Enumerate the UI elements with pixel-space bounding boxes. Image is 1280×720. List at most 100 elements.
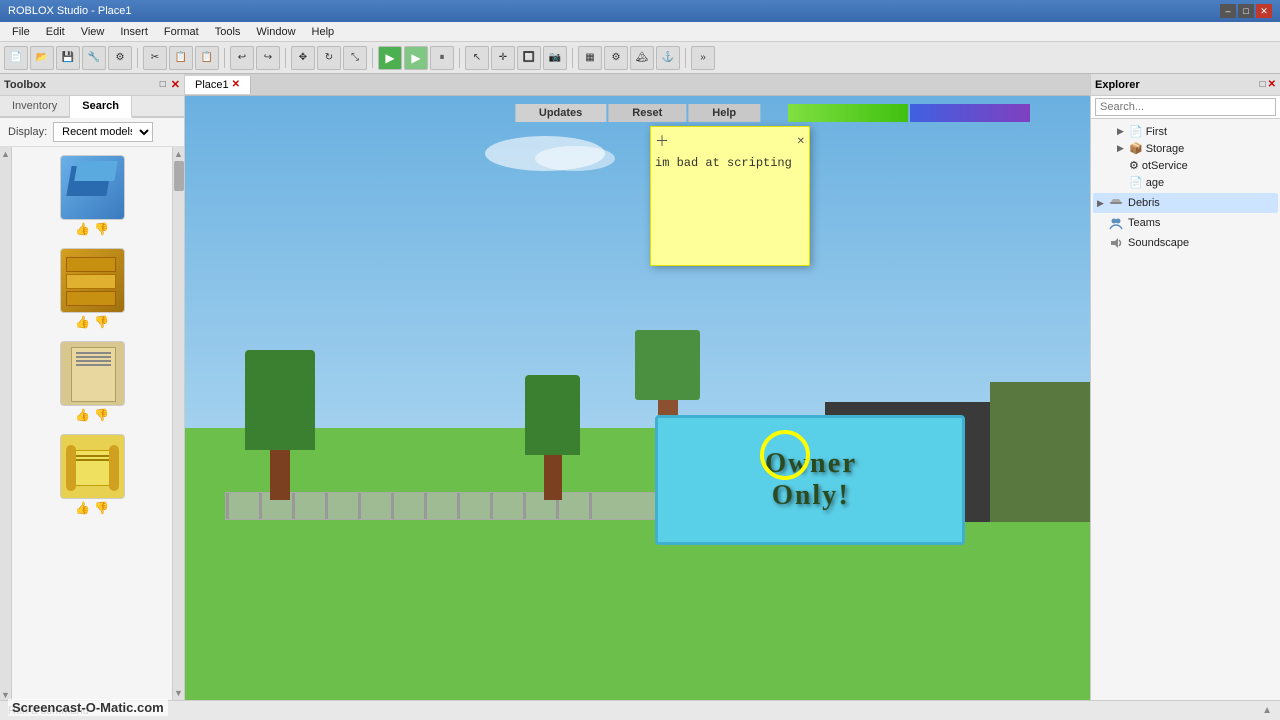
tb-anchor[interactable]: ⚓ [656,46,680,70]
menu-window[interactable]: Window [248,24,303,40]
scroll-down-right-btn[interactable]: ▼ [174,688,183,700]
tb-btn5[interactable]: ⚙ [108,46,132,70]
blue-color-bar [910,104,1030,122]
tree-item-teams[interactable]: Teams [1093,213,1278,233]
thumbs-up-icon[interactable]: 👍 [75,408,90,422]
tb-camera[interactable]: 📷 [543,46,567,70]
thumbs-up-icon[interactable]: 👍 [75,501,90,515]
menu-file[interactable]: File [4,24,38,40]
tb-play[interactable]: ▶ [378,46,402,70]
expand-icon[interactable]: ▲ [1262,705,1272,716]
thumbs-down-icon[interactable]: 👎 [94,501,109,515]
tb-terrain[interactable]: 🏔 [630,46,654,70]
tb-btn7[interactable]: 📋 [169,46,193,70]
thumbs-down-icon[interactable]: 👎 [94,315,109,329]
viewport-tabbar: Place1 ✕ [185,74,1090,96]
tb-move[interactable]: ✥ [291,46,315,70]
explorer-close-button[interactable]: ✕ [1268,79,1276,90]
tree-item-soundscape[interactable]: Soundscape [1093,233,1278,253]
item-rating: 👍 👎 [75,222,109,236]
far-right-block [990,382,1090,522]
item-icon: 📄 [1129,176,1143,189]
item-thumbnail[interactable] [60,341,125,406]
item-thumbnail[interactable] [60,248,125,313]
explorer-controls: □ ✕ [1260,79,1276,90]
note-popup-header: ＋ ✕ [655,131,805,151]
tb-undo[interactable]: ↩ [230,46,254,70]
tab-close-icon[interactable]: ✕ [232,79,240,90]
scroll-thumb[interactable] [174,161,184,191]
tb-sep1 [137,48,138,68]
maximize-button[interactable]: □ [1238,4,1254,18]
expander-icon: ▶ [1117,143,1129,154]
menu-view[interactable]: View [73,24,113,40]
menu-insert[interactable]: Insert [112,24,156,40]
thumbs-up-icon[interactable]: 👍 [75,222,90,236]
scroll-up-right-btn[interactable]: ▲ [174,147,183,159]
tb-stop[interactable]: ⏸ [430,46,454,70]
cloud2 [535,146,615,171]
command-input[interactable] [8,705,1262,717]
tb-redo[interactable]: ↪ [256,46,280,70]
tb-transform[interactable]: ✛ [491,46,515,70]
tb-btn4[interactable]: 🔧 [82,46,106,70]
tb-snap[interactable]: 🔲 [517,46,541,70]
minimize-button[interactable]: – [1220,4,1236,18]
toolbox-close-button[interactable]: ✕ [171,78,180,91]
tb-settings[interactable]: ⚙ [604,46,628,70]
tree-item-debris[interactable]: ▶ Debris [1093,193,1278,213]
tb-sep3 [285,48,286,68]
teams-icon [1109,215,1125,231]
watermark: Screencast-O-Matic.com [8,699,168,716]
menu-tools[interactable]: Tools [207,24,249,40]
tb-scale[interactable]: ⤡ [343,46,367,70]
help-button[interactable]: Help [688,104,760,122]
tree-item[interactable]: ▶ 📄 First [1101,123,1270,140]
list-item: 👍 👎 [60,434,125,515]
tree-item[interactable]: 📄 age [1101,174,1270,191]
tree-item[interactable]: ⚙ otService [1101,157,1270,174]
tb-new[interactable]: 📄 [4,46,28,70]
toolbox-undock-button[interactable]: □ [157,78,169,91]
toolbox-items-list: 👍 👎 👍 👎 [12,147,172,700]
toolbox-title: Toolbox [4,79,46,91]
tab-inventory[interactable]: Inventory [0,96,70,116]
item-thumbnail[interactable] [60,434,125,499]
tree2 [525,375,580,500]
tb-grid[interactable]: ▦ [578,46,602,70]
tree-item[interactable]: ▶ 📦 Storage [1101,140,1270,157]
menu-help[interactable]: Help [304,24,343,40]
thumbs-up-icon[interactable]: 👍 [75,315,90,329]
note-close-button[interactable]: ✕ [797,136,805,147]
tb-extra1[interactable]: » [691,46,715,70]
tb-btn8[interactable]: 📋 [195,46,219,70]
tab-place1[interactable]: Place1 ✕ [185,76,251,94]
viewport-top-buttons: Updates Reset Help [515,104,760,122]
tab-search[interactable]: Search [70,96,132,118]
scroll-up-btn[interactable]: ▲ [1,149,10,159]
tb-select[interactable]: ↖ [465,46,489,70]
menu-edit[interactable]: Edit [38,24,73,40]
explorer-undock-button[interactable]: □ [1260,79,1266,90]
tb-btn6[interactable]: ✂ [143,46,167,70]
tb-open[interactable]: 📂 [30,46,54,70]
tb-play2[interactable]: ▶ [404,46,428,70]
item-rating: 👍 👎 [75,501,109,515]
note-add-button[interactable]: ＋ [655,131,669,151]
toolbox-panel: Toolbox □ ✕ Inventory Search Display: Re… [0,74,185,700]
debris-icon [1109,195,1125,211]
updates-button[interactable]: Updates [515,104,606,122]
menu-format[interactable]: Format [156,24,207,40]
thumbs-down-icon[interactable]: 👎 [94,408,109,422]
tb-sep7 [685,48,686,68]
tb-rotate[interactable]: ↻ [317,46,341,70]
display-select[interactable]: Recent models My models Free models [53,122,153,142]
explorer-search-input[interactable] [1095,98,1276,116]
display-label: Display: [8,126,47,138]
viewport[interactable]: Owner Only! Updates Reset Help ＋ ✕ [185,96,1090,700]
reset-button[interactable]: Reset [608,104,686,122]
close-button[interactable]: ✕ [1256,4,1272,18]
tb-save[interactable]: 💾 [56,46,80,70]
thumbs-down-icon[interactable]: 👎 [94,222,109,236]
item-thumbnail[interactable] [60,155,125,220]
